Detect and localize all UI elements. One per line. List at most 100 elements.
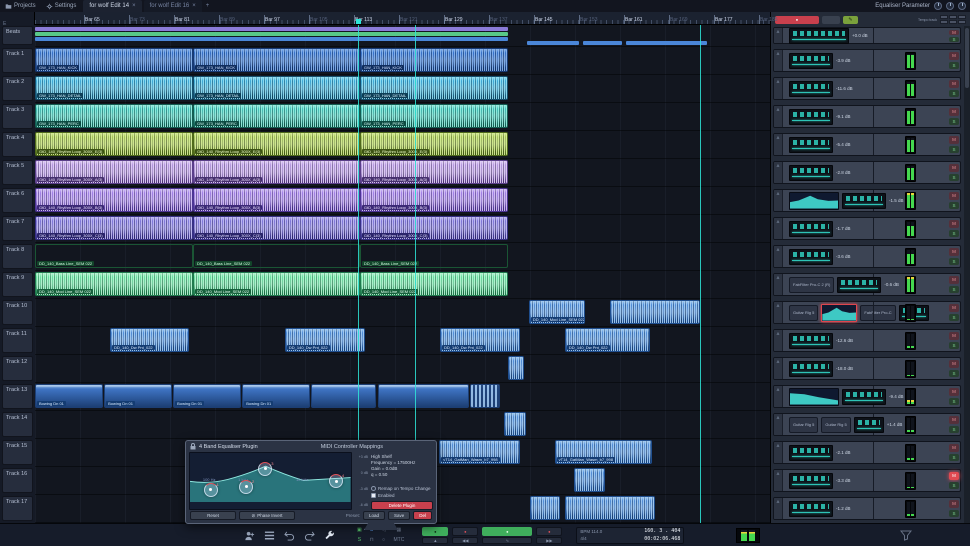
record-button[interactable]: ● [536, 527, 562, 536]
volume-fader[interactable] [789, 473, 833, 489]
volume-fader[interactable] [854, 417, 884, 433]
forward-button[interactable]: ▶▶ [536, 537, 562, 544]
arm-strip[interactable]: A [774, 498, 783, 519]
audio-clip[interactable]: Bowing Dn 01 [104, 384, 172, 408]
stop-button[interactable]: ● [452, 527, 478, 536]
audio-clip[interactable]: GtD_140_Rhythm Loop_300X_A(3) [360, 160, 508, 184]
track-header[interactable]: Track 9 [2, 272, 33, 297]
arm-strip[interactable]: A [774, 78, 783, 99]
audio-clip[interactable]: GtD_140_Rhythm Loop_300X_B(3) [360, 188, 508, 212]
arm-strip[interactable]: A [774, 442, 783, 463]
volume-fader[interactable] [789, 109, 833, 125]
loop-toggle[interactable]: ○ [382, 536, 386, 544]
mute-button[interactable]: M [949, 304, 959, 312]
track-lane[interactable]: DD_140_Mod Line_SEM 022DD_140_Mod Line_S… [35, 271, 770, 299]
track-lane[interactable]: DD_140_Mod Line_SEM 022 [35, 299, 770, 327]
audio-clip[interactable]: GtD_140_Rhythm Loop_300X_C(3) [35, 216, 193, 240]
user-icon[interactable] [244, 530, 255, 541]
audio-clip[interactable]: GW_173_HAN_DETAIL [35, 76, 193, 100]
record-arm-all-button[interactable] [775, 16, 819, 24]
track-lane[interactable]: GtD_140_Rhythm Loop_300X_E(3)GtD_140_Rhy… [35, 131, 770, 159]
mute-button[interactable]: M [949, 360, 959, 368]
scroll-toggle[interactable]: S [357, 536, 362, 544]
arm-strip[interactable]: A [774, 302, 783, 323]
settings-button[interactable]: Settings [41, 0, 82, 12]
solo-button[interactable]: S [949, 230, 959, 238]
lock-toggle[interactable]: ⊓ [370, 536, 374, 544]
volume-fader[interactable] [789, 221, 833, 237]
audio-clip[interactable]: DD_140_Mod Line_SEM 022 [35, 272, 193, 296]
solo-button[interactable]: S [949, 454, 959, 462]
preset-load-button[interactable]: Load [363, 511, 385, 520]
eq-plugin-thumbnail[interactable] [789, 388, 839, 406]
track-lane[interactable] [35, 411, 770, 439]
solo-button[interactable]: S [949, 62, 959, 70]
beat-clip[interactable] [35, 32, 508, 36]
audio-clip[interactable]: Bowing Dn 01 [242, 384, 310, 408]
parameter-knob-2[interactable] [946, 2, 954, 10]
audio-clip[interactable]: DD_140_Bass Line_SEM 022 [35, 244, 193, 268]
arm-strip[interactable]: A [774, 28, 783, 43]
arm-strip[interactable]: A [774, 106, 783, 127]
mute-button[interactable]: M [949, 164, 959, 172]
filter-funnel-icon[interactable] [900, 529, 912, 541]
rtz-button[interactable]: ▲ [422, 537, 448, 544]
mute-button[interactable]: M [949, 444, 959, 452]
timeline-ruler[interactable]: Bar 65Bar 73Bar 81Bar 89Bar 97Bar 105Bar… [35, 12, 770, 25]
audio-clip[interactable]: DD_140_Mod Line_SEM 022 [529, 300, 585, 324]
volume-fader[interactable] [842, 193, 886, 209]
track-lane[interactable]: DD_140_Dw Pnt_022DD_140_Dw Pnt_022DD_140… [35, 327, 770, 355]
mute-button[interactable]: M [949, 416, 959, 424]
mute-button[interactable]: M [949, 136, 959, 144]
audio-clip[interactable] [574, 468, 606, 492]
audio-clip[interactable] [311, 384, 376, 408]
tab-close-icon[interactable]: × [132, 3, 136, 9]
track-lane[interactable]: GW_173_HAN_PERCGW_173_HAN_PERCGW_173_HAN… [35, 103, 770, 131]
audio-clip[interactable]: GW_173_HAN_DETAIL [193, 76, 360, 100]
audio-clip[interactable]: GtD_140_Rhythm Loop_300X_B(3) [193, 188, 360, 212]
audio-clip[interactable]: GtD_140_Rhythm Loop_300X_B(3) [35, 188, 193, 212]
track-header[interactable]: Track 8 [2, 244, 33, 269]
solo-button[interactable]: S [949, 174, 959, 182]
audio-clip[interactable]: DD_140_Mod Line_SEM 022 [193, 272, 360, 296]
track-lane[interactable]: GtD_140_Rhythm Loop_300X_A(3)GtD_140_Rhy… [35, 159, 770, 187]
audio-clip[interactable] [508, 356, 524, 380]
audio-clip[interactable]: Bowing Dn 01 [35, 384, 103, 408]
eq-plugin-thumbnail[interactable] [789, 192, 839, 210]
audio-clip[interactable]: GtD_140_Rhythm Loop_300X_A(3) [193, 160, 360, 184]
volume-fader[interactable] [789, 81, 833, 97]
audio-clip[interactable]: GW_173_HAN_DETAIL [360, 76, 508, 100]
arm-strip[interactable]: A [774, 162, 783, 183]
audio-clip[interactable]: GW_173_HAN_PERC [35, 104, 193, 128]
track-header[interactable]: Track 1 [2, 48, 33, 73]
audio-clip[interactable] [565, 496, 655, 520]
audio-clip[interactable]: GW_173_HAN_KICK [193, 48, 360, 72]
edit-mode-button[interactable] [843, 16, 858, 24]
audio-clip[interactable]: GtD_140_Rhythm Loop_300X_E(3) [193, 132, 360, 156]
audio-clip[interactable] [378, 384, 469, 408]
track-lane[interactable]: DD_140_Bass Line_SEM 022DD_140_Bass Line… [35, 243, 770, 271]
projects-button[interactable]: Projects [0, 0, 41, 12]
mute-button[interactable]: M [949, 248, 959, 256]
track-lane[interactable]: GtD_140_Rhythm Loop_300X_B(3)GtD_140_Rhy… [35, 187, 770, 215]
loop-button[interactable]: ∿ [482, 537, 532, 544]
track-header[interactable]: Track 6 [2, 188, 33, 213]
arm-strip[interactable]: A [774, 274, 783, 295]
track-header[interactable]: Track 3 [2, 104, 33, 129]
eq-plugin-thumbnail[interactable] [821, 304, 857, 322]
audio-clip[interactable]: GW_173_HAN_PERC [360, 104, 508, 128]
track-lane[interactable]: GtD_140_Rhythm Loop_300X_C(3)GtD_140_Rhy… [35, 215, 770, 243]
beat-clip[interactable] [583, 41, 621, 45]
audio-clip[interactable]: Bowing Dn 01 [173, 384, 241, 408]
arm-strip[interactable]: A [774, 190, 783, 211]
auto-play-button[interactable]: ● [422, 527, 448, 536]
plugin-chip[interactable]: Guitar Rig 5 [821, 417, 850, 433]
beat-clip[interactable] [626, 41, 707, 45]
arm-strip[interactable]: A [774, 134, 783, 155]
mute-button[interactable]: M [949, 220, 959, 228]
beat-clip[interactable] [35, 37, 508, 41]
remap-checkbox[interactable]: Remap on Tempo Change [371, 486, 433, 491]
volume-fader[interactable] [789, 333, 833, 349]
menu-icon[interactable] [264, 530, 275, 541]
volume-fader[interactable] [789, 137, 833, 153]
